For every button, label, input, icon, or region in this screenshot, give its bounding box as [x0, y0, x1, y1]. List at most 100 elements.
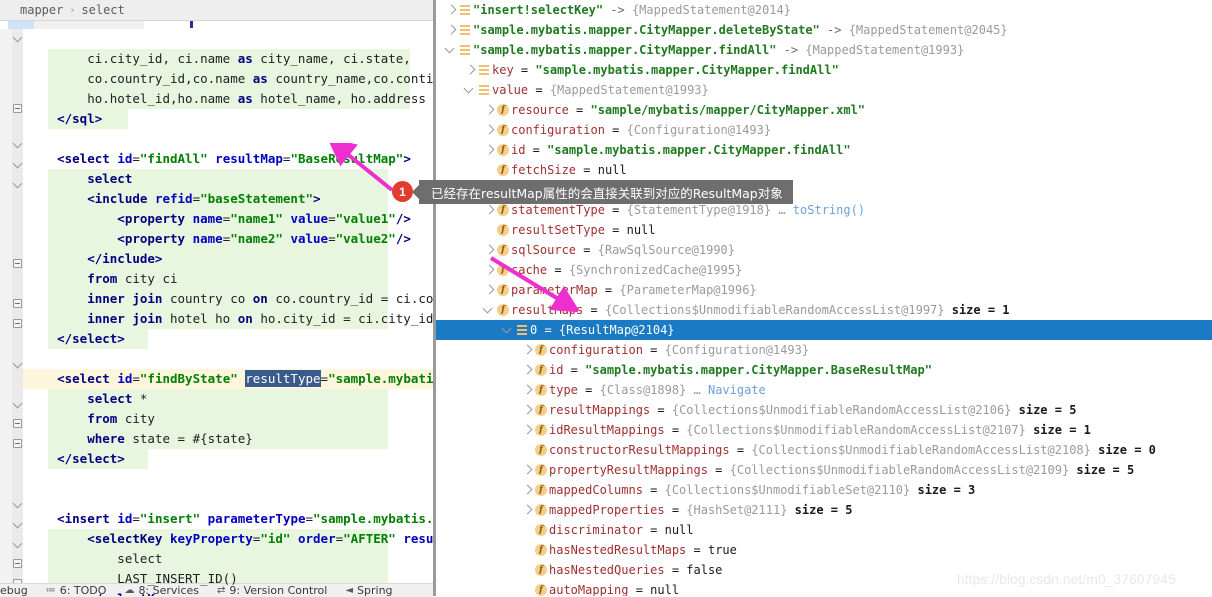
fold-collapse-icon[interactable]: [13, 319, 22, 328]
tree-row[interactable]: type = {Class@1898} … Navigate: [436, 380, 1212, 400]
code-line-text: </selectKey>: [23, 589, 177, 596]
tree-row[interactable]: constructorResultMappings = {Collections…: [436, 440, 1212, 460]
code-line[interactable]: </sql>: [23, 109, 433, 129]
chevron-down-icon[interactable]: [501, 320, 514, 340]
tree-row[interactable]: hasNestedResultMaps = true: [436, 540, 1212, 560]
chevron-right-icon[interactable]: [520, 360, 533, 380]
tree-row[interactable]: key = "sample.mybatis.mapper.CityMapper.…: [436, 60, 1212, 80]
code-line[interactable]: where state = #{state}: [23, 429, 433, 449]
chevron-right-icon[interactable]: [520, 340, 533, 360]
status-bar-item[interactable]: ◄ Spring: [345, 584, 392, 597]
debugger-variables-tree[interactable]: "insert!selectKey" -> {MappedStatement@2…: [436, 0, 1212, 596]
fold-expand-icon[interactable]: [13, 399, 22, 408]
chevron-right-icon[interactable]: [444, 20, 457, 40]
code-line[interactable]: <include refid="baseStatement">: [23, 189, 433, 209]
breadcrumb-item-select[interactable]: select: [81, 3, 124, 17]
tree-row[interactable]: "sample.mybatis.mapper.CityMapper.delete…: [436, 20, 1212, 40]
tree-row[interactable]: configuration = {Configuration@1493}: [436, 120, 1212, 140]
tab-body[interactable]: [34, 21, 144, 29]
code-line[interactable]: </select>: [23, 329, 433, 349]
chevron-right-icon[interactable]: [520, 400, 533, 420]
chevron-right-icon[interactable]: [482, 260, 495, 280]
chevron-right-icon[interactable]: [520, 480, 533, 500]
code-line[interactable]: [23, 29, 433, 49]
code-line[interactable]: inner join hotel ho on ho.city_id = ci.c…: [23, 309, 433, 329]
chevron-right-icon[interactable]: [482, 240, 495, 260]
fold-expand-icon[interactable]: [13, 499, 22, 508]
code-line[interactable]: inner join country co on co.country_id =…: [23, 289, 433, 309]
fold-collapse-icon[interactable]: [13, 104, 22, 113]
tree-row[interactable]: id = "sample.mybatis.mapper.CityMapper.f…: [436, 140, 1212, 160]
tree-row[interactable]: resultSetType = null: [436, 220, 1212, 240]
field-icon: [533, 420, 549, 440]
tree-row[interactable]: cache = {SynchronizedCache@1995}: [436, 260, 1212, 280]
code-line[interactable]: <property name="name1" value="value1"/>: [23, 209, 433, 229]
tree-row[interactable]: mappedColumns = {Collections$Unmodifiabl…: [436, 480, 1212, 500]
code-line[interactable]: [23, 469, 433, 489]
fold-expand-icon[interactable]: [13, 539, 22, 548]
chevron-right-icon[interactable]: [463, 60, 476, 80]
code-line[interactable]: <property name="name2" value="value2"/>: [23, 229, 433, 249]
code-line[interactable]: <select id="findAll" resultMap="BaseResu…: [23, 149, 433, 169]
chevron-right-icon[interactable]: [520, 380, 533, 400]
chevron-right-icon[interactable]: [444, 0, 457, 20]
fold-collapse-icon[interactable]: [13, 559, 22, 568]
fold-expand-icon[interactable]: [13, 33, 22, 42]
tree-row[interactable]: sqlSource = {RawSqlSource@1990}: [436, 240, 1212, 260]
tree-row[interactable]: configuration = {Configuration@1493}: [436, 340, 1212, 360]
code-line[interactable]: select: [23, 549, 433, 569]
chevron-right-icon[interactable]: [520, 420, 533, 440]
code-line[interactable]: ci.city_id, ci.name as city_name, ci.sta…: [23, 49, 433, 69]
tree-row[interactable]: fetchSize = null: [436, 160, 1212, 180]
fold-expand-icon[interactable]: [13, 359, 22, 368]
code-line[interactable]: <insert id="insert" parameterType="sampl…: [23, 509, 433, 529]
chevron-down-icon[interactable]: [444, 40, 457, 60]
chevron-right-icon[interactable]: [520, 460, 533, 480]
tree-row[interactable]: "sample.mybatis.mapper.CityMapper.findAl…: [436, 40, 1212, 60]
code-line[interactable]: from city ci: [23, 269, 433, 289]
chevron-right-icon[interactable]: [520, 500, 533, 520]
tree-row[interactable]: propertyResultMappings = {Collections$Un…: [436, 460, 1212, 480]
tree-row-selected[interactable]: 0 = {ResultMap@2104}: [436, 320, 1212, 340]
fold-expand-icon[interactable]: [13, 179, 22, 188]
chevron-down-icon[interactable]: [482, 300, 495, 320]
code-line[interactable]: co.country_id,co.name as country_name,co…: [23, 69, 433, 89]
code-line[interactable]: select: [23, 169, 433, 189]
chevron-right-icon[interactable]: [482, 280, 495, 300]
code-line[interactable]: [23, 489, 433, 509]
code-line[interactable]: [23, 129, 433, 149]
tree-row[interactable]: "insert!selectKey" -> {MappedStatement@2…: [436, 0, 1212, 20]
code-line[interactable]: </select>: [23, 449, 433, 469]
code-fold-rail[interactable]: [12, 29, 23, 596]
tree-row[interactable]: discriminator = null: [436, 520, 1212, 540]
code-line[interactable]: from city: [23, 409, 433, 429]
fold-expand-icon[interactable]: [13, 519, 22, 528]
tree-row[interactable]: parameterMap = {ParameterMap@1996}: [436, 280, 1212, 300]
code-line[interactable]: [23, 349, 433, 369]
fold-collapse-icon[interactable]: [13, 419, 22, 428]
chevron-right-icon[interactable]: [482, 140, 495, 160]
tree-token: null: [597, 163, 627, 177]
breadcrumb-item-mapper[interactable]: mapper: [20, 3, 63, 17]
fold-collapse-icon[interactable]: [13, 299, 22, 308]
tree-row[interactable]: resource = "sample/mybatis/mapper/CityMa…: [436, 100, 1212, 120]
code-line[interactable]: </include>: [23, 249, 433, 269]
code-line[interactable]: <selectKey keyProperty="id" order="AFTER…: [23, 529, 433, 549]
code-line[interactable]: ho.hotel_id,ho.name as hotel_name, ho.ad…: [23, 89, 433, 109]
tree-row[interactable]: mappedProperties = {HashSet@2111} size =…: [436, 500, 1212, 520]
tree-row[interactable]: value = {MappedStatement@1993}: [436, 80, 1212, 100]
chevron-right-icon[interactable]: [482, 100, 495, 120]
tree-row[interactable]: id = "sample.mybatis.mapper.CityMapper.B…: [436, 360, 1212, 380]
tree-row[interactable]: idResultMappings = {Collections$Unmodifi…: [436, 420, 1212, 440]
fold-expand-icon[interactable]: [13, 139, 22, 148]
fold-collapse-icon[interactable]: [13, 439, 22, 448]
fold-expand-icon[interactable]: [13, 159, 22, 168]
code-line[interactable]: select *: [23, 389, 433, 409]
tree-row[interactable]: resultMappings = {Collections$Unmodifiab…: [436, 400, 1212, 420]
code-line[interactable]: <select id="findByState" resultType="sam…: [23, 369, 433, 389]
fold-collapse-icon[interactable]: [13, 259, 22, 268]
chevron-down-icon[interactable]: [463, 80, 476, 100]
tree-row[interactable]: resultMaps = {Collections$UnmodifiableRa…: [436, 300, 1212, 320]
chevron-right-icon[interactable]: [482, 120, 495, 140]
code-text-area[interactable]: ci.city_id, ci.name as city_name, ci.sta…: [23, 29, 433, 596]
